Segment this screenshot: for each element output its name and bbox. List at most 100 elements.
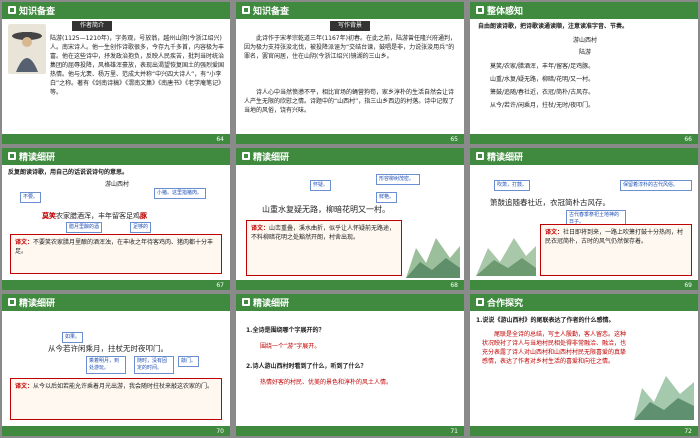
slide-title: 知识备查 [253,7,290,17]
section-icon [242,298,250,306]
translation-text: 译文：社日即将到来，一路上吹箫打鼓十分热闹，村民衣冠简朴，古时的风气仍然保存着。 [545,228,689,246]
note-la-jiu: 腊月里酿的酒 [66,222,103,233]
page-number: 67 [216,282,224,289]
note-bu-yao: 不要。 [20,192,42,203]
landscape-image [634,354,694,420]
page-number: 64 [216,136,224,143]
landscape-image [476,224,536,276]
slide-title: 整体感知 [487,7,524,17]
background-paragraph-1: 此诗作于宋孝宗乾道三年(1167年)初春。在此之前，陆游曾任隆兴府通判，因为极力… [244,35,456,60]
translation-text: 译文：山峦重叠，溪水曲折，似乎让人怀疑前无路途，不料柳暗花明之处豁然开朗，村舍出… [251,224,399,242]
slide-title: 精读细研 [487,153,524,163]
note-kou-men: 敲门。 [178,356,200,367]
slide-header: 整体感知 [470,2,698,19]
background-paragraph-2: 诗人心中当然愤懑不平，相比官场的蝇营狗苟，家乡淳朴的生活自然会让诗人产生无限的欣… [244,89,455,114]
question: 1.说说《游山西村》的尾联表达了作者的什么感情。 [476,317,615,324]
translation-box: 译文：山峦重叠，溪水曲折，似乎让人怀疑前无路途，不料柳暗花明之处豁然开朗，村舍出… [246,220,402,276]
slide-title: 精读细研 [19,153,56,163]
translation: 不要笑农家腊月里酿的酒浑浊，在丰收之年待客鸡肉、猪肉都十分丰足。 [15,239,214,255]
section-icon [476,152,484,160]
page-number: 68 [450,282,458,289]
note-yi: 怀疑。 [310,180,332,191]
slide-64[interactable]: 知识备查 作者简介 陆游(1125—1210年)，字务观，号放翁，越州山阴(今浙… [2,2,230,144]
slide-header: 知识备查 [236,2,464,19]
slide-header: 合作探究 [470,294,698,311]
page-number: 71 [450,428,458,435]
landscape-image [406,218,460,278]
translation: 山峦重叠，溪水曲折，似乎让人怀疑前无路途，不料柳暗花明之处豁然开朗，村舍出现。 [251,225,396,241]
translation-label: 译文： [15,239,34,246]
slide-footer: 71 [236,426,464,436]
slide-footer: 66 [470,134,698,144]
reading-instruction: 自由朗读诗歌，把诗歌读通读顺，注意读准字音、节奏。 [478,23,629,30]
note-gu-feng: 保留着淳朴的古代风俗。 [620,180,692,191]
note-cheng-yue: 乘着明月，到处游玩。 [86,356,126,374]
slide-header: 精读细研 [2,148,230,165]
note-wu-shi: 随时，没有固定的时间。 [134,356,174,374]
translation-label: 译文： [15,383,34,390]
section-icon [476,298,484,306]
answer-2: 热情好客的村民、优美的景色和淳朴的风土人情。 [260,379,393,386]
section-icon [8,6,16,14]
slide-70[interactable]: 精读细研 如果。 从今若许闲乘月，拄杖无时夜叩门。 乘着明月，到处游玩。 随时，… [2,294,230,436]
answer-1: 围绕一个“游”字展开。 [260,343,321,350]
slide-footer: 65 [236,134,464,144]
poem-line-4: 从今/若许/闲乘月，拄杖/无时/夜叩门。 [490,102,595,109]
slide-header: 精读细研 [236,148,464,165]
section-icon [476,6,484,14]
poem-title: 游山西村 [572,37,597,44]
slide-header: 知识备查 [2,2,230,19]
slide-header: 精读细研 [2,294,230,311]
note-hua-ming: 鲜艳。 [376,192,398,203]
slide-65[interactable]: 知识备查 写作背景 此诗作于宋孝宗乾道三年(1167年)初春。在此之前，陆游曾任… [236,2,464,144]
note-liu-an: 形容柳树茂密。 [376,174,420,185]
slide-header: 精读细研 [236,294,464,311]
poem-line: 箫鼓追随春社近，衣冠简朴古风存。 [490,198,610,207]
word-tun: 豚 [140,212,147,220]
poem-line: 山重水复疑无路，柳暗花明又一村。 [262,205,390,214]
poem-line-1: 莫笑/农家/腊酒浑，丰年/留客/足鸡豚。 [490,63,595,70]
translation-box: 译文：从今以后如若能允许乘着月光出游，我会随时拄杖来敲这农家的门。 [10,378,222,420]
page-number: 70 [216,428,224,435]
slide-footer: 70 [2,426,230,436]
badge-author: 作者简介 [72,21,112,31]
slide-67[interactable]: 精读细研 反复朗读诗歌，用自己的话说说诗句的意思。 游山西村 不要。 小猪。这里… [2,148,230,290]
slide-footer: 64 [2,134,230,144]
section-icon [242,6,250,14]
slide-68[interactable]: 精读细研 怀疑。 形容柳树茂密。 鲜艳。 山重水复疑无路，柳暗花明又一村。 译文… [236,148,464,290]
page-number: 69 [684,282,692,289]
slide-footer: 68 [236,280,464,290]
answer: 尾联是全诗的总结，写主人殷勤，客人留恋。这种状况映衬了诗人与当地村民相处得非常融… [482,331,627,365]
slide-title: 合作探究 [487,299,524,309]
note-xiao-gu: 吹箫，打鼓。 [494,180,531,191]
poem-line-3: 箫鼓/追随/春社近，衣冠/简朴/古风存。 [490,89,595,96]
slide-72[interactable]: 合作探究 1.说说《游山西村》的尾联表达了作者的什么感情。 尾联是全诗的总结，写… [470,294,698,436]
poem-line-2: 山重/水复/疑无路，柳暗/花明/又一村。 [490,76,595,83]
slide-66[interactable]: 整体感知 自由朗读诗歌，把诗歌读通读顺，注意读准字音、节奏。 游山西村 陆游 莫… [470,2,698,144]
author-bio: 陆游(1125—1210年)，字务观，号放翁，越州山阴(今浙江绍兴)人。南宋诗人… [50,35,224,96]
question-1: 1.全诗是围绕哪个字展开的？ [246,327,325,334]
translation-text: 译文：从今以后如若能允许乘着月光出游，我会随时拄杖来敲这农家的门。 [15,382,219,391]
slide-footer: 72 [470,426,698,436]
section-icon [8,152,16,160]
translation-text: 译文：不要笑农家腊月里酿的酒浑浊，在丰收之年待客鸡肉、猪肉都十分丰足。 [15,238,219,256]
slide-69[interactable]: 精读细研 吹箫，打鼓。 保留着淳朴的古代风俗。 箫鼓追随春社近，衣冠简朴古风存。… [470,148,698,290]
translation: 社日即将到来，一路上吹箫打鼓十分热闹，村民衣冠简朴，古时的风气仍然保存着。 [545,229,684,245]
slide-71[interactable]: 精读细研 1.全诗是围绕哪个字展开的？ 围绕一个“游”字展开。 2.诗人游山西村… [236,294,464,436]
slide-title: 精读细研 [253,153,290,163]
note-ruo-xu: 如果。 [62,332,84,343]
poem-line: 莫笑农家腊酒浑，丰年留客足鸡豚 [42,212,222,221]
slide-footer: 69 [470,280,698,290]
translation-box: 译文：社日即将到来，一路上吹箫打鼓十分热闹，村民衣冠简朴，古时的风气仍然保存着。 [540,224,692,276]
page-number: 65 [450,136,458,143]
page-number: 72 [684,428,692,435]
question: 反复朗读诗歌，用自己的话说说诗句的意思。 [8,169,129,176]
slide-title: 精读细研 [253,299,290,309]
poem-line: 从今若许闲乘月，拄杖无时夜叩门。 [48,344,168,353]
badge-background: 写作背景 [330,21,370,31]
slide-grid: 知识备查 作者简介 陆游(1125—1210年)，字务观，号放翁，越州山阴(今浙… [0,0,700,438]
question-2: 2.诗人游山西村时看到了什么，听到了什么？ [246,363,367,370]
translation-label: 译文： [251,225,270,232]
note-zu: 足够的 [130,222,152,233]
note-pig: 小猪。这里指猪肉。 [154,188,206,199]
